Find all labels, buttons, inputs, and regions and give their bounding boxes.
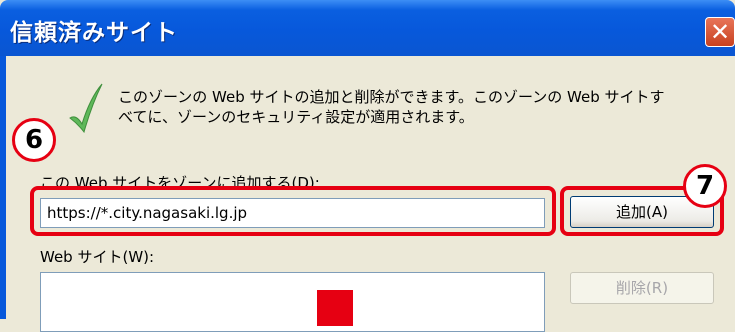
websites-label: Web サイト(W):	[40, 248, 155, 266]
step-badge-6: 6	[12, 118, 56, 162]
close-icon: ✕	[709, 18, 731, 46]
url-highlight-box	[30, 186, 556, 236]
red-marker	[317, 290, 353, 326]
window-title: 信頼済みサイト	[10, 20, 178, 46]
description-line-1: このゾーンの Web サイトの追加と削除ができます。このゾーンの Web サイト…	[118, 88, 665, 106]
title-bar: 信頼済みサイト	[0, 0, 735, 56]
close-button[interactable]: ✕	[705, 17, 735, 47]
window-frame-left	[0, 56, 6, 319]
check-icon	[69, 83, 103, 134]
websites-list[interactable]	[40, 272, 545, 332]
step-badge-7: 7	[683, 164, 727, 208]
description-line-2: べてに、ゾーンのセキュリティ設定が適用されます。	[118, 108, 474, 126]
zone-description: このゾーンの Web サイトの追加と削除ができます。このゾーンの Web サイト…	[118, 87, 718, 127]
delete-button[interactable]: 削除(R)	[570, 272, 714, 304]
